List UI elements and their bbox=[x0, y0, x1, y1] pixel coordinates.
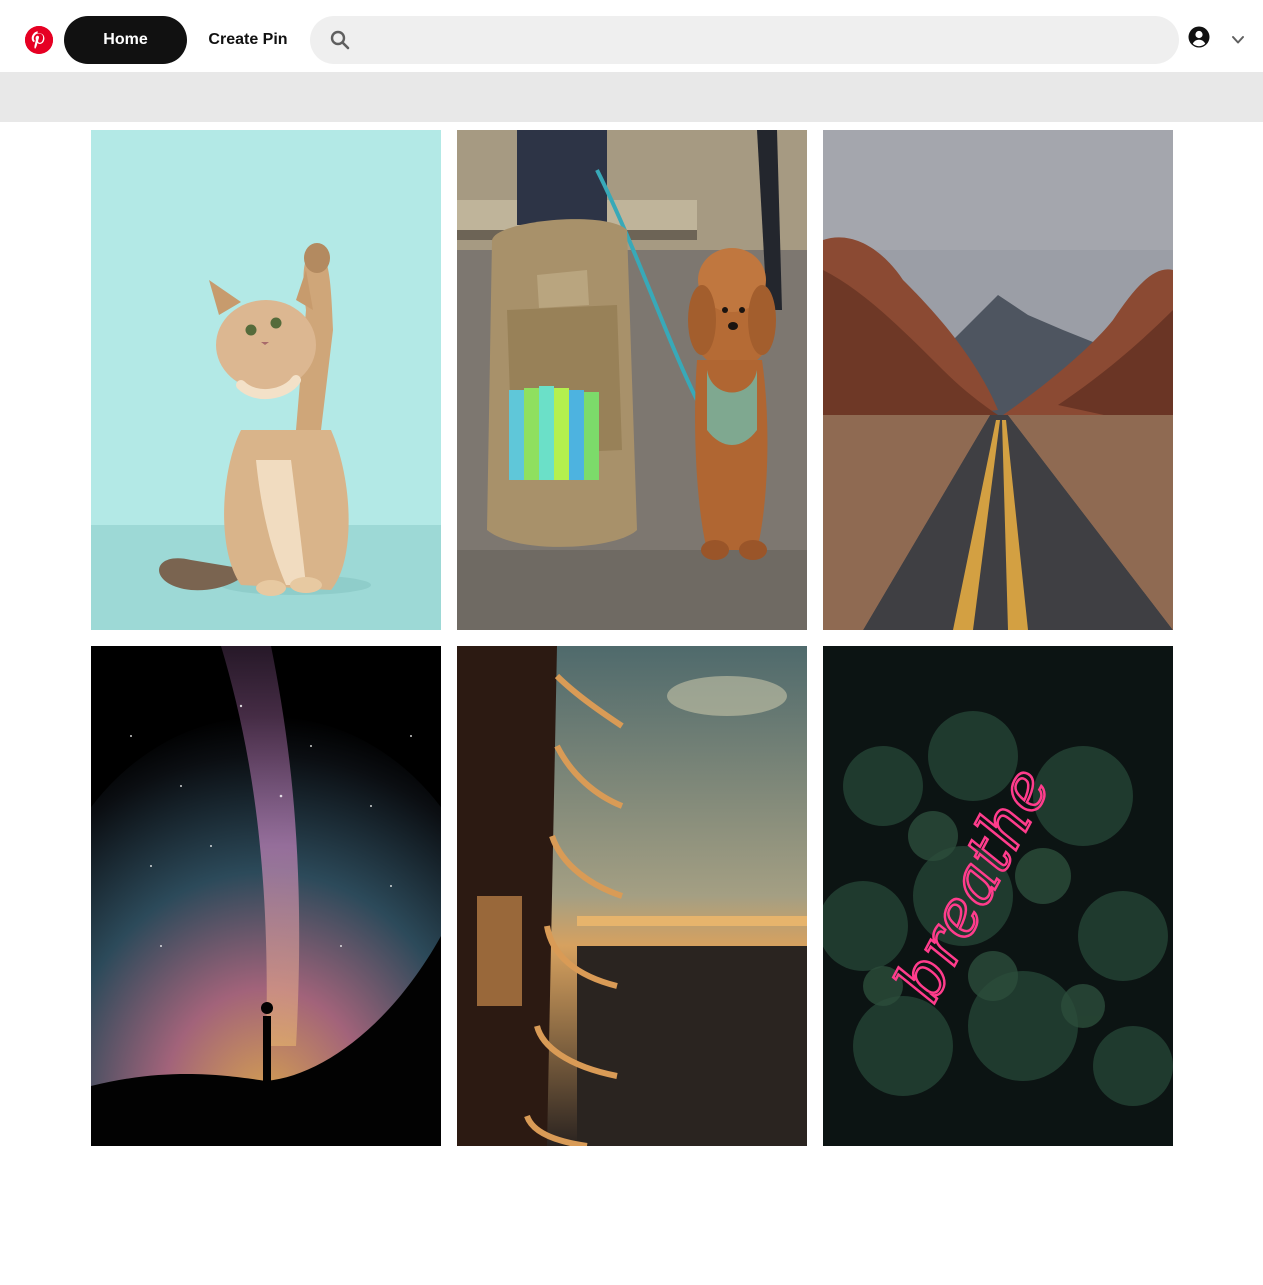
pin-grid: breathe bbox=[91, 130, 1173, 1146]
user-circle-icon[interactable] bbox=[1188, 26, 1210, 48]
nav-home-button[interactable]: Home bbox=[64, 16, 187, 64]
pin-image-milky-way bbox=[91, 646, 441, 1146]
pin-card-milky-way[interactable] bbox=[91, 646, 441, 1146]
pin-card-poodle[interactable] bbox=[457, 130, 807, 630]
top-nav-bar: Home Create Pin bbox=[0, 0, 1263, 72]
search-input[interactable] bbox=[362, 16, 1162, 64]
pin-image-poodle bbox=[457, 130, 807, 630]
pin-image-balconies bbox=[457, 646, 807, 1146]
pin-card-kitten[interactable] bbox=[91, 130, 441, 630]
search-bar[interactable] bbox=[310, 16, 1179, 64]
nav-create-pin-button[interactable]: Create Pin bbox=[197, 16, 299, 64]
sub-navigation-bar bbox=[0, 72, 1263, 122]
pin-card-desert-road[interactable] bbox=[823, 130, 1173, 630]
pin-image-breathe-neon: breathe bbox=[823, 646, 1173, 1146]
pin-image-desert-road bbox=[823, 130, 1173, 630]
pin-image-kitten bbox=[91, 130, 441, 630]
chevron-down-icon[interactable] bbox=[1230, 32, 1246, 48]
pin-card-breathe-neon[interactable]: breathe bbox=[823, 646, 1173, 1146]
pin-card-balconies[interactable] bbox=[457, 646, 807, 1146]
search-icon bbox=[330, 30, 350, 50]
pinterest-logo-icon[interactable] bbox=[25, 26, 53, 54]
